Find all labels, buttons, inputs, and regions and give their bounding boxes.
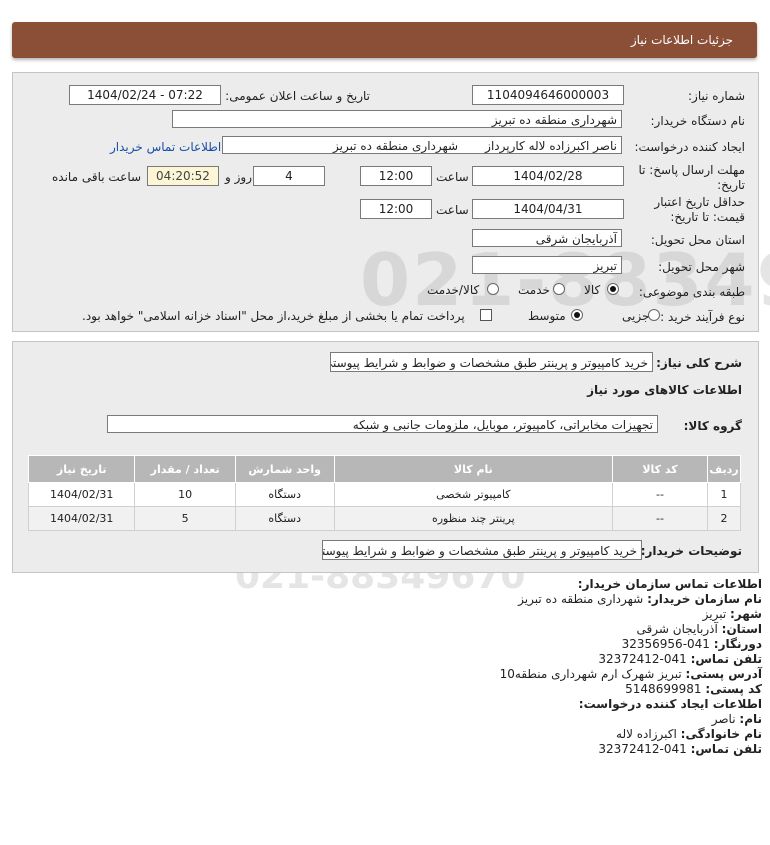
cell-qty: 10 bbox=[134, 482, 236, 507]
purchase-option-medium: متوسط bbox=[528, 309, 566, 323]
creator-info-title: اطلاعات ایجاد کننده درخواست: bbox=[578, 697, 762, 711]
creator-label: ایجاد کننده درخواست: bbox=[634, 140, 745, 154]
cell-date: 1404/02/31 bbox=[27, 506, 136, 531]
goods-group-field: تجهیزات مخابراتی، کامپیوتر، موبایل، ملزو… bbox=[107, 415, 658, 433]
validity-time-field: 12:00 bbox=[360, 199, 432, 219]
need-number-label: شماره نیاز: bbox=[688, 89, 745, 103]
col-code: کد کالا bbox=[611, 455, 709, 483]
category-option-goods: کالا bbox=[584, 283, 601, 297]
category-option-service: خدمت bbox=[518, 283, 550, 297]
category-option-both: کالا/خدمت bbox=[427, 283, 480, 297]
city-field: تبریز bbox=[472, 256, 622, 274]
announce-field: 1404/02/24 - 07:22 bbox=[69, 85, 221, 105]
contact-org: نام سازمان خریدار: شهرداری منطقه ده تبری… bbox=[518, 592, 762, 606]
province-field: آذربایجان شرقی bbox=[472, 229, 622, 247]
need-number-field: 1104094646000003 bbox=[472, 85, 624, 105]
contact-city: شهر: تبریز bbox=[702, 607, 762, 621]
buyer-contact-link[interactable]: اطلاعات تماس خریدار bbox=[110, 140, 221, 154]
contact-address: آدرس پستی: تبریز شهرک ارم شهرداری منطقه1… bbox=[499, 667, 762, 681]
validity-date-field: 1404/04/31 bbox=[472, 199, 624, 219]
cell-row: 2 bbox=[707, 506, 741, 531]
creator-phone: تلفن تماس: 041-32372412 bbox=[598, 742, 762, 756]
general-desc-field: خرید کامپیوتر و پرینتر طبق مشخصات و ضواب… bbox=[330, 352, 653, 372]
remaining-time-field: 04:20:52 bbox=[147, 166, 219, 186]
category-radio-service[interactable] bbox=[553, 283, 565, 295]
province-label: استان محل تحویل: bbox=[650, 233, 745, 247]
deadline-label: مهلت ارسال پاسخ: تا تاریخ: bbox=[638, 163, 745, 192]
cell-unit: دستگاه bbox=[234, 506, 335, 531]
cell-code: -- bbox=[611, 506, 709, 531]
cell-name: کامپیوتر شخصی bbox=[333, 482, 614, 507]
goods-table: ردیف کد کالا نام کالا واحد شمارش تعداد /… bbox=[27, 455, 741, 531]
cell-date: 1404/02/31 bbox=[27, 482, 136, 507]
category-radio-both[interactable] bbox=[487, 283, 499, 295]
contact-title: اطلاعات تماس سازمان خریدار: bbox=[577, 577, 762, 591]
table-row: 1 -- کامپیوتر شخصی دستگاه 10 1404/02/31 bbox=[27, 482, 741, 507]
days-field: 4 bbox=[253, 166, 325, 186]
goods-info-title: اطلاعات کالاهای مورد نیاز bbox=[587, 383, 742, 397]
purchase-option-small: جزیی bbox=[622, 309, 650, 323]
treasury-note: پرداخت تمام یا بخشی از مبلغ خرید،از محل … bbox=[82, 309, 465, 323]
validity-label: حداقل تاریخ اعتبار قیمت: تا تاریخ: bbox=[654, 195, 745, 224]
cell-name: پرینتر چند منظوره bbox=[333, 506, 614, 531]
col-date: تاریخ نیاز bbox=[27, 455, 136, 483]
col-row: ردیف bbox=[707, 455, 741, 483]
days-label: روز و bbox=[225, 170, 252, 184]
col-unit: واحد شمارش bbox=[234, 455, 335, 483]
page-header: جزئیات اطلاعات نیاز bbox=[12, 22, 757, 58]
buyer-org-label: نام دستگاه خریدار: bbox=[650, 114, 746, 128]
purchase-type-label: نوع فرآیند خرید : bbox=[660, 310, 745, 324]
buyer-notes-field: خرید کامپیوتر و پرینتر طبق مشخصات و ضواب… bbox=[322, 540, 642, 560]
cell-unit: دستگاه bbox=[234, 482, 335, 507]
col-name: نام کالا bbox=[333, 455, 614, 483]
col-qty: تعداد / مقدار bbox=[134, 455, 236, 483]
city-label: شهر محل تحویل: bbox=[658, 260, 745, 274]
creator-first-name: نام: ناصر bbox=[711, 712, 762, 726]
contact-province: استان: آذربایجان شرقی bbox=[636, 622, 762, 636]
creator-name: ناصر اکبرزاده لاله کارپرداز bbox=[485, 139, 617, 153]
cell-code: -- bbox=[611, 482, 709, 507]
treasury-checkbox[interactable] bbox=[480, 309, 492, 321]
remaining-label: ساعت باقی مانده bbox=[52, 170, 142, 184]
validity-time-label: ساعت bbox=[436, 203, 469, 217]
deadline-time-label: ساعت bbox=[436, 170, 469, 184]
table-row: 2 -- پرینتر چند منظوره دستگاه 5 1404/02/… bbox=[27, 506, 741, 531]
deadline-date-field: 1404/02/28 bbox=[472, 166, 624, 186]
page-title: جزئیات اطلاعات نیاز bbox=[630, 33, 733, 47]
announce-label: تاریخ و ساعت اعلان عمومی: bbox=[225, 89, 370, 103]
contact-postal: کد پستی: 5148699981 bbox=[625, 682, 762, 696]
deadline-time-field: 12:00 bbox=[360, 166, 432, 186]
goods-group-label: گروه کالا: bbox=[683, 419, 742, 433]
contact-fax: دورنگار: 041-32356956 bbox=[621, 637, 762, 651]
creator-org: شهرداری منطقه ده تبریز bbox=[333, 139, 459, 153]
purchase-radio-small[interactable] bbox=[648, 309, 660, 321]
cell-qty: 5 bbox=[134, 506, 236, 531]
purchase-radio-medium[interactable] bbox=[571, 309, 583, 321]
cell-row: 1 bbox=[707, 482, 741, 507]
goods-table-header: ردیف کد کالا نام کالا واحد شمارش تعداد /… bbox=[27, 455, 741, 483]
buyer-org-field: شهرداری منطقه ده تبریز bbox=[172, 110, 622, 128]
general-desc-label: شرح کلی نیاز: bbox=[656, 356, 742, 370]
contact-phone: تلفن تماس: 041-32372412 bbox=[598, 652, 762, 666]
creator-last-name: نام خانوادگی: اکبرزاده لاله bbox=[616, 727, 762, 741]
category-radio-goods[interactable] bbox=[607, 283, 619, 295]
creator-field: ناصر اکبرزاده لاله کارپرداز شهرداری منطق… bbox=[222, 136, 622, 154]
category-label: طبقه بندی موضوعی: bbox=[638, 285, 745, 299]
buyer-notes-label: توضیحات خریدار: bbox=[640, 544, 742, 558]
